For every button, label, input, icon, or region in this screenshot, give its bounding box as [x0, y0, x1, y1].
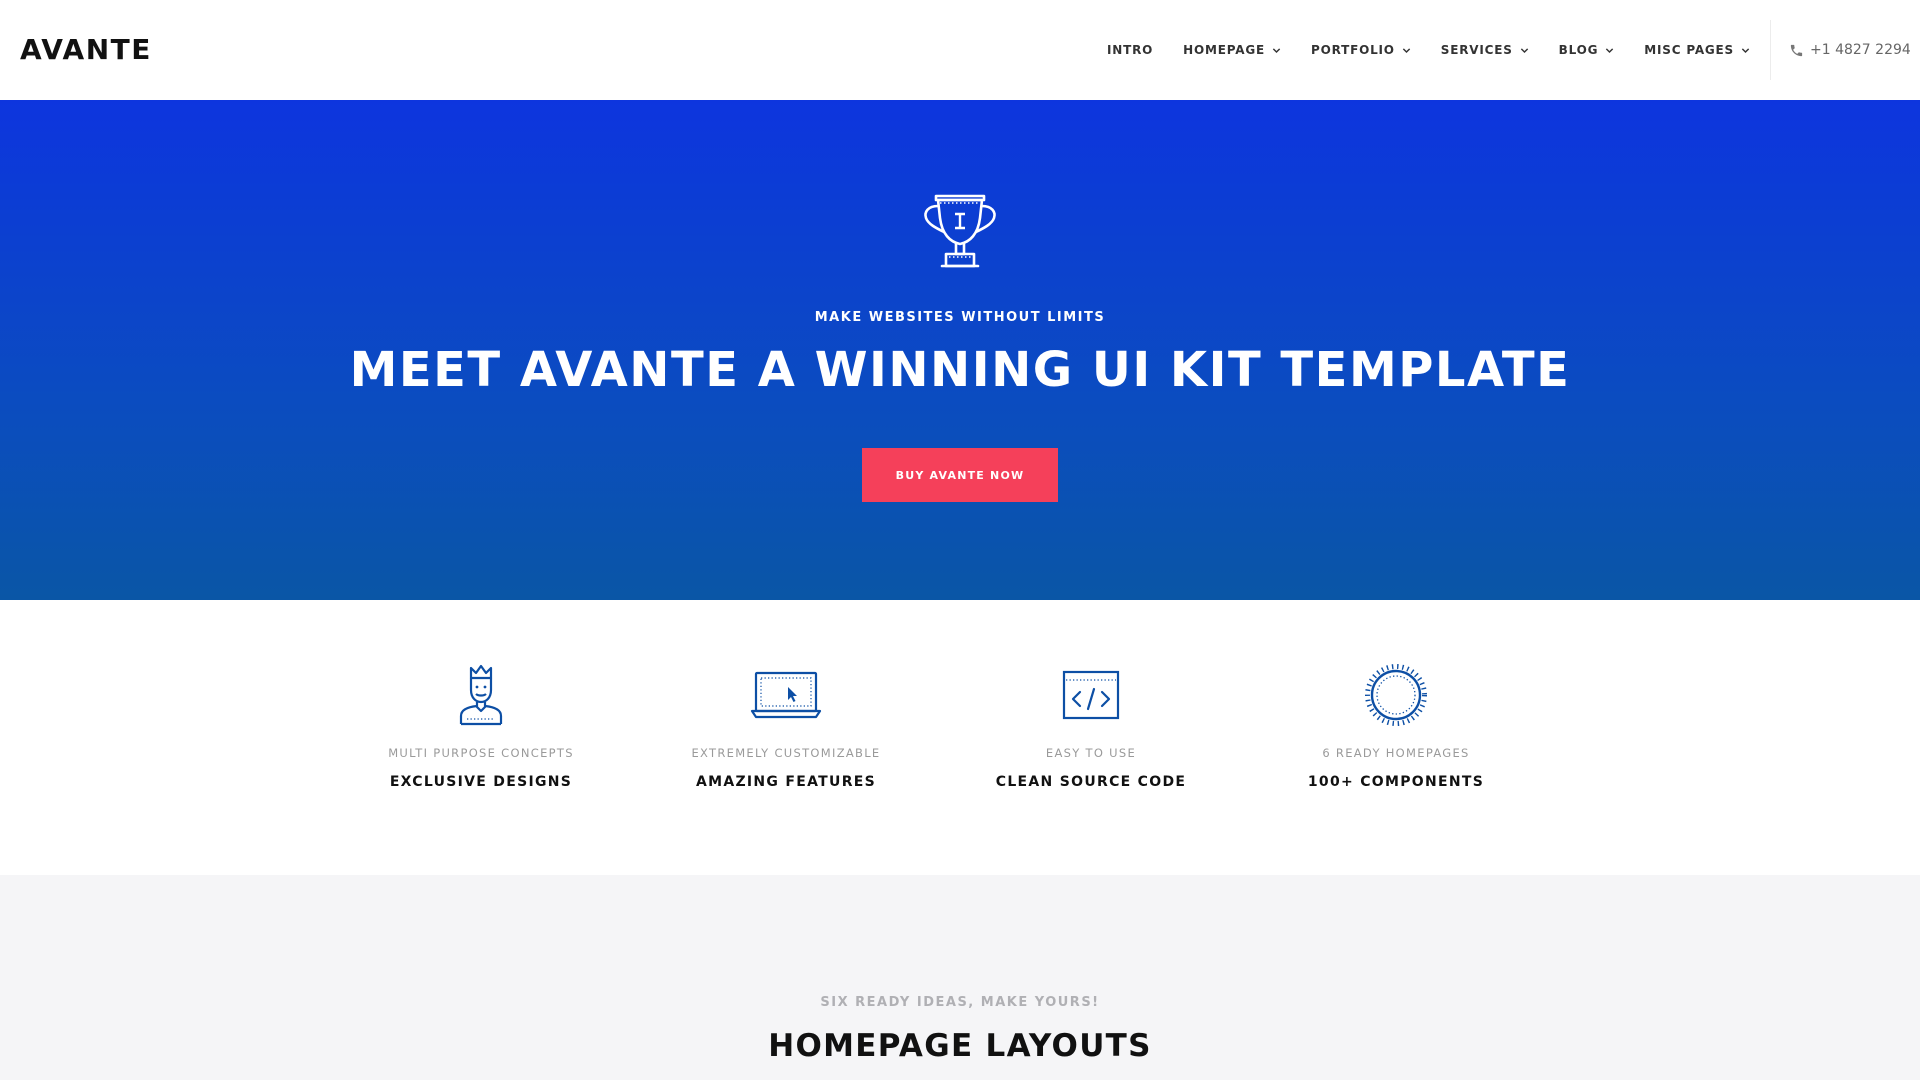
badge-circle-icon: [1365, 664, 1427, 726]
nav-item-intro[interactable]: INTRO: [1107, 43, 1153, 57]
hero-section: MAKE WEBSITES WITHOUT LIMITS MEET AVANTE…: [0, 100, 1920, 600]
feature-item: 6 READY HOMEPAGES 100+ COMPONENTS: [1266, 662, 1526, 790]
nav-item-label: PORTFOLIO: [1310, 43, 1395, 57]
chevron-down-icon: [1606, 47, 1614, 53]
hero-eyebrow: MAKE WEBSITES WITHOUT LIMITS: [814, 310, 1106, 325]
homepage-layouts-section: SIX READY IDEAS, MAKE YOURS! HOMEPAGE LA…: [0, 875, 1920, 1080]
nav-item-label: HOMEPAGE: [1183, 43, 1265, 57]
nav-divider: [1770, 20, 1771, 80]
phone-number: +1 4827 2294: [1810, 42, 1911, 58]
feature-title: CLEAN SOURCE CODE: [995, 774, 1187, 790]
phone-contact[interactable]: +1 4827 2294: [1789, 0, 1911, 100]
nav-item-label: INTRO: [1107, 43, 1154, 57]
feature-subtitle: EASY TO USE: [1045, 746, 1137, 760]
trophy-icon: [924, 194, 996, 268]
chevron-down-icon: [1520, 47, 1528, 53]
feature-item: MULTI PURPOSE CONCEPTS EXCLUSIVE DESIGNS: [351, 662, 611, 790]
nav-item-blog[interactable]: BLOG: [1559, 43, 1615, 57]
phone-icon: [1790, 44, 1803, 56]
feature-subtitle: 6 READY HOMEPAGES: [1322, 746, 1470, 760]
nav-item-label: SERVICES: [1440, 43, 1513, 57]
laptop-cursor-icon: [750, 671, 822, 719]
nav-item-portfolio[interactable]: PORTFOLIO: [1311, 43, 1411, 57]
hero-title: MEET AVANTE A WINNING UI KIT TEMPLATE: [349, 342, 1571, 398]
buy-avante-button[interactable]: BUY AVANTE NOW: [862, 448, 1058, 502]
nav-item-homepage[interactable]: HOMEPAGE: [1183, 43, 1281, 57]
features-section: MULTI PURPOSE CONCEPTS EXCLUSIVE DESIGNS…: [0, 600, 1920, 875]
feature-subtitle: MULTI PURPOSE CONCEPTS: [388, 746, 574, 760]
feature-item: EASY TO USE CLEAN SOURCE CODE: [961, 662, 1221, 790]
king-icon: [459, 664, 503, 726]
chevron-down-icon: [1272, 47, 1281, 53]
nav-item-label: BLOG: [1558, 43, 1599, 57]
chevron-down-icon: [1741, 47, 1750, 53]
feature-title: AMAZING FEATURES: [695, 774, 877, 790]
feature-title: 100+ COMPONENTS: [1307, 774, 1485, 790]
nav-item-misc-pages[interactable]: MISC PAGES: [1644, 43, 1750, 57]
feature-title: EXCLUSIVE DESIGNS: [389, 774, 573, 790]
code-window-icon: [1062, 670, 1120, 720]
feature-item: EXTREMELY CUSTOMIZABLE AMAZING FEATURES: [656, 662, 916, 790]
section-title: HOMEPAGE LAYOUTS: [768, 1028, 1152, 1064]
nav-item-label: MISC PAGES: [1644, 43, 1734, 57]
chevron-down-icon: [1402, 47, 1410, 53]
nav-item-services[interactable]: SERVICES: [1441, 43, 1529, 57]
site-header: AVANTE INTRO HOMEPAGE PORTFOLIO SERVICES…: [0, 0, 1920, 100]
logo[interactable]: AVANTE: [20, 33, 152, 66]
section-eyebrow: SIX READY IDEAS, MAKE YOURS!: [820, 995, 1100, 1010]
main-nav: INTRO HOMEPAGE PORTFOLIO SERVICES BLOG M…: [1077, 0, 1750, 100]
feature-subtitle: EXTREMELY CUSTOMIZABLE: [691, 746, 881, 760]
